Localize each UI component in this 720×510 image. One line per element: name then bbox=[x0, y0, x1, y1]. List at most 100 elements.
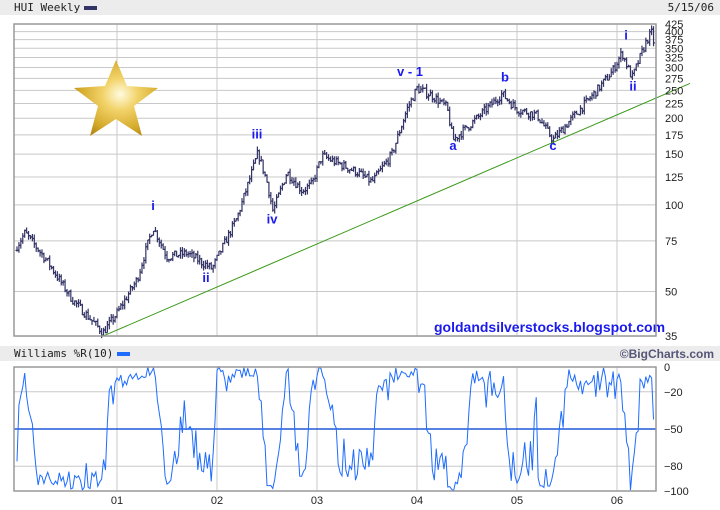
price-bar bbox=[21, 233, 25, 244]
price-bar bbox=[342, 159, 346, 171]
price-bar bbox=[436, 92, 440, 108]
price-bar bbox=[652, 26, 656, 47]
price-bar bbox=[571, 111, 575, 121]
price-bar bbox=[57, 273, 61, 282]
year-tick-label: 02 bbox=[211, 495, 223, 507]
price-bar bbox=[263, 171, 267, 177]
price-bar bbox=[250, 166, 254, 183]
wave-label: ii bbox=[629, 78, 636, 93]
price-bar bbox=[17, 242, 21, 253]
price-bar bbox=[619, 47, 623, 63]
price-bar bbox=[127, 291, 131, 304]
price-bar bbox=[638, 52, 642, 65]
price-bar bbox=[163, 245, 167, 260]
price-bar bbox=[298, 180, 302, 195]
price-bar bbox=[61, 280, 65, 286]
price-bar bbox=[198, 254, 202, 265]
price-bar bbox=[205, 259, 209, 269]
price-bar bbox=[53, 270, 57, 278]
price-bar bbox=[257, 149, 261, 165]
wave-label: i bbox=[624, 28, 628, 43]
wave-label: c bbox=[549, 138, 556, 153]
price-bar bbox=[615, 61, 619, 72]
trendline bbox=[102, 82, 691, 337]
price-bar bbox=[582, 96, 586, 115]
price-bar bbox=[515, 107, 519, 115]
price-bar bbox=[600, 80, 604, 92]
gold-star-icon bbox=[74, 60, 158, 136]
price-bar bbox=[246, 181, 250, 196]
price-bar bbox=[252, 159, 256, 171]
price-bar bbox=[603, 74, 607, 81]
price-bar bbox=[513, 100, 517, 111]
price-bar bbox=[317, 161, 321, 169]
price-bar bbox=[500, 90, 504, 105]
price-bar bbox=[561, 125, 565, 134]
price-bar bbox=[448, 106, 452, 127]
price-bar bbox=[255, 146, 259, 160]
price-bar bbox=[427, 93, 431, 101]
price-bar bbox=[569, 114, 573, 126]
price-bar bbox=[19, 237, 23, 249]
price-bar bbox=[184, 249, 188, 257]
price-bar bbox=[180, 246, 184, 259]
price-bar bbox=[405, 103, 409, 118]
price-tick-label: 200 bbox=[665, 113, 683, 125]
price-bar bbox=[275, 194, 279, 209]
price-bar bbox=[25, 227, 29, 234]
price-bar bbox=[640, 45, 644, 57]
price-bar bbox=[80, 303, 84, 316]
price-bar bbox=[294, 177, 298, 189]
price-bar bbox=[650, 25, 654, 36]
price-plot-frame bbox=[13, 23, 657, 337]
price-bar bbox=[325, 151, 329, 160]
price-bar bbox=[242, 192, 246, 205]
price-bar bbox=[102, 327, 106, 336]
price-bar bbox=[496, 99, 500, 107]
price-tick-label: 250 bbox=[665, 85, 683, 97]
price-bar bbox=[269, 191, 273, 205]
price-bar bbox=[632, 68, 636, 77]
price-bar bbox=[144, 242, 148, 264]
price-bar bbox=[377, 168, 381, 175]
price-bar bbox=[192, 250, 196, 263]
price-bar bbox=[584, 95, 588, 103]
wave-label: iii bbox=[252, 127, 263, 142]
price-bar bbox=[200, 257, 204, 269]
price-bar bbox=[105, 321, 109, 334]
price-bar bbox=[132, 281, 136, 291]
year-tick-label: 03 bbox=[311, 495, 323, 507]
price-bar bbox=[221, 242, 225, 253]
price-bar bbox=[590, 92, 594, 101]
year-tick-label: 01 bbox=[111, 495, 123, 507]
price-bar bbox=[373, 172, 377, 184]
price-bar bbox=[621, 50, 625, 61]
price-bar bbox=[361, 168, 365, 180]
price-bar bbox=[138, 268, 142, 282]
price-bar bbox=[92, 316, 96, 323]
price-tick-label: 100 bbox=[665, 200, 683, 212]
wave-label: ii bbox=[202, 270, 209, 285]
price-bar bbox=[386, 157, 390, 167]
williams-tick-label: −100 bbox=[664, 486, 689, 498]
price-bar bbox=[175, 250, 179, 258]
williams-tick-label: −20 bbox=[664, 387, 683, 399]
price-tick-label: 75 bbox=[665, 236, 677, 248]
price-bar bbox=[357, 168, 361, 178]
price-bar bbox=[38, 249, 42, 257]
price-bar bbox=[232, 218, 236, 227]
wave-annotations: iiiiiiivv - 1abciii bbox=[151, 28, 636, 285]
price-bar bbox=[459, 130, 463, 140]
price-tick-label: 150 bbox=[665, 149, 683, 161]
price-bar bbox=[473, 115, 477, 124]
price-bar bbox=[594, 91, 598, 99]
year-tick-label: 04 bbox=[411, 495, 423, 507]
price-bar bbox=[34, 242, 38, 252]
williams-tick-label: −80 bbox=[664, 461, 683, 473]
price-bar bbox=[119, 303, 123, 310]
price-bar bbox=[336, 156, 340, 166]
year-tick-label: 06 bbox=[611, 495, 623, 507]
price-bar bbox=[296, 182, 300, 189]
price-bar bbox=[86, 308, 90, 320]
price-bar bbox=[557, 127, 561, 139]
